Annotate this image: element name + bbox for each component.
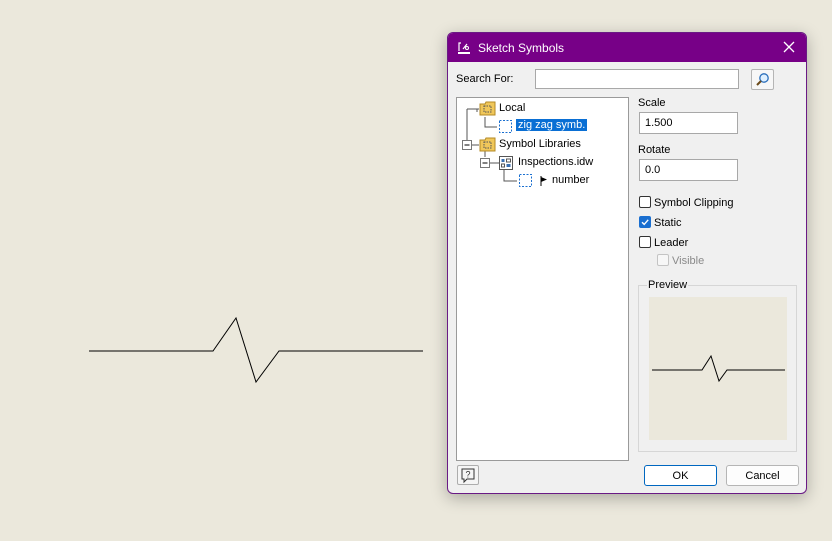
symbol-tree[interactable]: Local zig zag symb. Symbol Libraries Ins… — [456, 97, 629, 461]
symbol-clipping-label: Symbol Clipping — [654, 197, 734, 209]
zig-zag-symbol — [89, 316, 423, 384]
sketch-symbols-dialog: Sketch Symbols Search For: Local zig zag… — [447, 32, 807, 494]
symbol-icon — [499, 120, 512, 133]
drawing-file-icon — [499, 156, 513, 170]
flag-icon — [540, 176, 547, 186]
checkmark-icon — [641, 219, 649, 226]
scale-label: Scale — [638, 97, 666, 109]
rotate-input[interactable] — [639, 159, 738, 181]
leader-checkbox[interactable] — [639, 236, 651, 248]
tree-lines — [462, 108, 517, 182]
title-bar[interactable]: Sketch Symbols — [448, 33, 806, 62]
static-checkbox[interactable] — [639, 216, 651, 228]
magnifier-icon — [756, 73, 769, 86]
search-label: Search For: — [456, 73, 514, 85]
scale-input[interactable] — [639, 112, 738, 134]
rotate-label: Rotate — [638, 144, 671, 156]
tree-item-inspections-idw[interactable]: Inspections.idw — [518, 156, 593, 168]
search-input[interactable] — [535, 69, 739, 89]
svg-text:?: ? — [465, 470, 470, 480]
preview-area — [649, 297, 787, 440]
sketch-symbols-icon — [458, 42, 470, 54]
dialog-title: Sketch Symbols — [478, 41, 565, 55]
cancel-button[interactable]: Cancel — [726, 465, 799, 486]
folder-icon — [479, 101, 496, 116]
expander-minus-icon[interactable] — [480, 158, 490, 168]
tree-item-number[interactable]: number — [552, 174, 589, 186]
symbol-clipping-checkbox[interactable] — [639, 196, 651, 208]
help-button[interactable]: ? — [457, 465, 479, 485]
folder-icon — [479, 137, 496, 152]
expander-minus-icon[interactable] — [462, 140, 472, 150]
search-button[interactable] — [751, 69, 774, 90]
preview-title: Preview — [647, 279, 689, 291]
visible-label: Visible — [672, 255, 705, 267]
help-icon: ? — [461, 468, 475, 484]
ok-button[interactable]: OK — [644, 465, 717, 486]
tree-item-local[interactable]: Local — [499, 102, 525, 114]
tree-item-symbol-libraries[interactable]: Symbol Libraries — [499, 138, 581, 150]
static-label: Static — [654, 217, 682, 229]
visible-checkbox[interactable] — [657, 254, 669, 266]
close-icon[interactable] — [776, 35, 802, 59]
symbol-icon — [519, 174, 532, 187]
preview-zig-zag — [652, 354, 785, 383]
tree-item-zig-zag-symb[interactable]: zig zag symb. — [516, 119, 588, 131]
leader-label: Leader — [654, 237, 689, 249]
